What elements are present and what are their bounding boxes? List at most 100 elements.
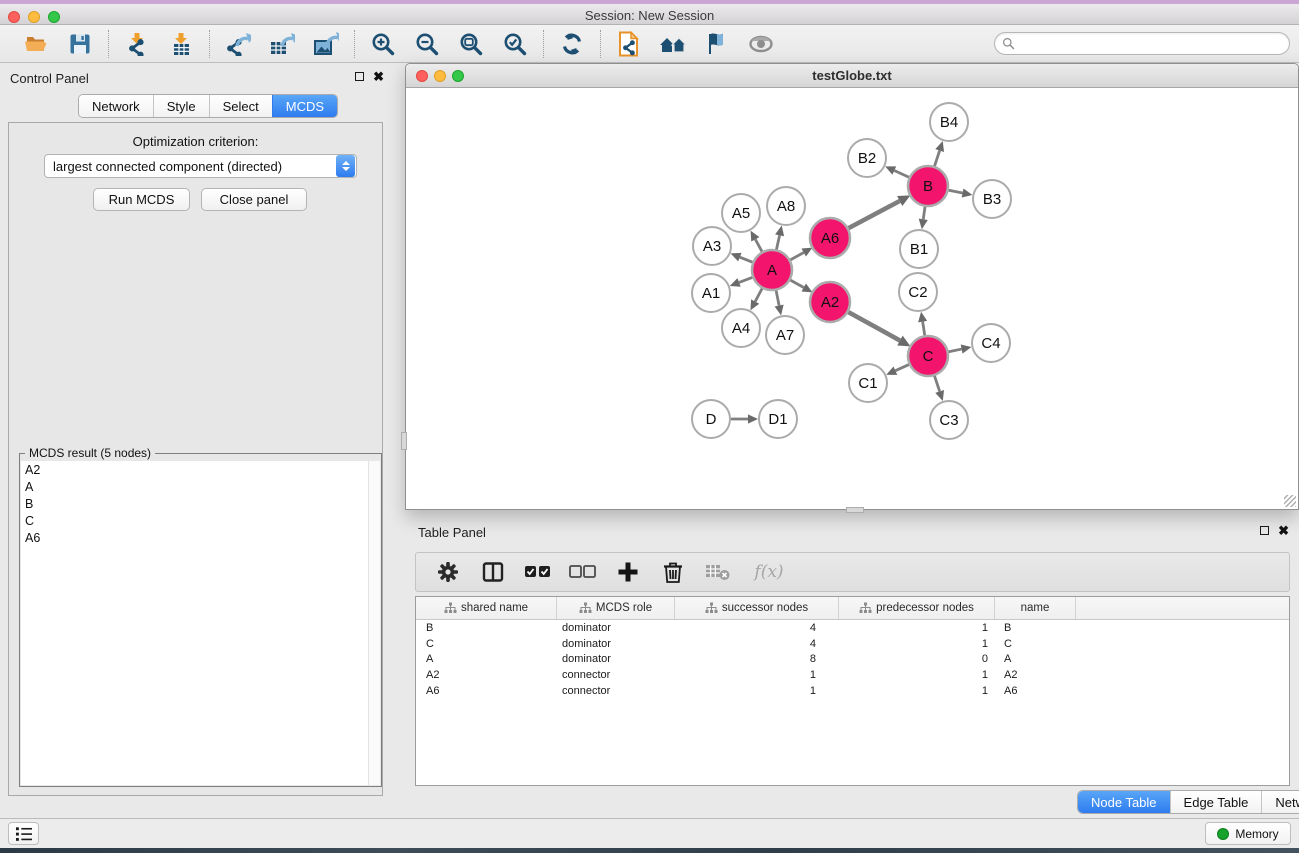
table-cell[interactable]: 8 [675, 653, 839, 665]
tab-network[interactable]: Network [79, 95, 153, 117]
close-panel-icon[interactable]: ✖ [373, 72, 384, 81]
table-cell[interactable]: dominator [557, 638, 675, 650]
column-header-MCDS-role[interactable]: MCDS role [557, 597, 675, 619]
graph-edge-B-B4[interactable] [934, 151, 939, 167]
table-row[interactable]: A2connector11A2 [416, 667, 1289, 683]
table-tab-node-table[interactable]: Node Table [1078, 791, 1170, 813]
export-table-icon[interactable] [267, 29, 297, 59]
search-field[interactable] [994, 32, 1290, 55]
table-cell[interactable]: connector [557, 669, 675, 681]
table-tab-network-table[interactable]: Network Table [1261, 791, 1299, 813]
graph-edge-A-A2[interactable] [790, 280, 804, 288]
graph-edge-A-A4[interactable] [755, 288, 762, 302]
mcds-result-item[interactable]: C [21, 512, 368, 529]
table-tab-edge-table[interactable]: Edge Table [1170, 791, 1262, 813]
import-table-icon[interactable] [166, 29, 196, 59]
graph-edge-C-C4[interactable] [948, 349, 962, 352]
tab-select[interactable]: Select [209, 95, 272, 117]
table-cell[interactable]: A6 [995, 685, 1076, 697]
table-row[interactable]: A6connector11A6 [416, 683, 1289, 699]
graph-edge-B-B2[interactable] [894, 171, 910, 178]
table-cell[interactable]: B [416, 622, 557, 634]
splitter-handle-bottom[interactable] [846, 507, 864, 513]
graph-edge-A6-B[interactable] [848, 201, 900, 229]
table-cell[interactable]: A2 [995, 669, 1076, 681]
graph-edge-C-C2[interactable] [923, 322, 925, 337]
flag-icon[interactable] [702, 29, 732, 59]
graph-edge-A-A5[interactable] [755, 239, 762, 252]
graph-edge-A-A1[interactable] [739, 277, 753, 282]
table-cell[interactable]: 4 [675, 622, 839, 634]
close-panel-button[interactable]: Close panel [201, 188, 307, 211]
mcds-result-item[interactable]: A2 [21, 461, 368, 478]
zoom-selected-icon[interactable] [500, 29, 530, 59]
column-header-shared-name[interactable]: shared name [416, 597, 557, 619]
table-cell[interactable]: A6 [416, 685, 557, 697]
table-cell[interactable]: A [995, 653, 1076, 665]
zoom-fit-icon[interactable] [456, 29, 486, 59]
select-all-icon[interactable] [524, 558, 552, 586]
float-panel-icon[interactable] [355, 72, 364, 81]
table-cell[interactable]: 1 [839, 669, 995, 681]
run-mcds-button[interactable]: Run MCDS [93, 188, 190, 211]
graph-edge-B-B1[interactable] [923, 206, 925, 220]
mcds-result-item[interactable]: A [21, 478, 368, 495]
birds-eye-icon[interactable] [658, 29, 688, 59]
delete-column-icon[interactable] [659, 558, 687, 586]
table-cell[interactable]: B [995, 622, 1076, 634]
table-close-panel-icon[interactable]: ✖ [1278, 526, 1289, 535]
criterion-dropdown[interactable]: largest connected component (directed) [44, 154, 357, 178]
save-session-icon[interactable] [65, 29, 95, 59]
mcds-result-item[interactable]: A6 [21, 529, 368, 546]
splitter-handle-left[interactable] [401, 432, 407, 450]
table-row[interactable]: Bdominator41B [416, 620, 1289, 636]
table-cell[interactable]: 1 [839, 622, 995, 634]
graph-edge-A-A8[interactable] [776, 235, 779, 250]
table-row[interactable]: Adominator80A [416, 652, 1289, 668]
tab-mcds[interactable]: MCDS [272, 95, 337, 117]
network-canvas[interactable]: B4B2BB3B1A5A8A6A3AA1A4A7A2C2CC4C1C3DD1 [407, 89, 1298, 509]
table-cell[interactable]: A2 [416, 669, 557, 681]
eye-icon[interactable] [746, 29, 776, 59]
zoom-in-icon[interactable] [368, 29, 398, 59]
column-header-successor-nodes[interactable]: successor nodes [675, 597, 839, 619]
graph-edge-A-A3[interactable] [740, 257, 754, 262]
table-cell[interactable]: C [995, 638, 1076, 650]
open-file-icon[interactable] [21, 29, 51, 59]
table-cell[interactable]: 1 [839, 638, 995, 650]
table-cell[interactable]: 4 [675, 638, 839, 650]
mcds-result-item[interactable]: B [21, 495, 368, 512]
mcds-result-list[interactable]: A2ABCA6 [21, 461, 368, 785]
table-cell[interactable]: connector [557, 685, 675, 697]
table-cell[interactable]: 1 [839, 685, 995, 697]
resize-grip-icon[interactable] [1284, 495, 1296, 507]
result-scrollbar[interactable] [368, 461, 380, 785]
table-cell[interactable]: A [416, 653, 557, 665]
memory-button[interactable]: Memory [1205, 822, 1291, 845]
column-header-predecessor-nodes[interactable]: predecessor nodes [839, 597, 995, 619]
table-float-panel-icon[interactable] [1260, 526, 1269, 535]
graph-edge-C-C1[interactable] [895, 364, 909, 370]
search-input[interactable] [1015, 35, 1289, 53]
zoom-out-icon[interactable] [412, 29, 442, 59]
export-image-icon[interactable] [311, 29, 341, 59]
graph-edge-B-B3[interactable] [948, 190, 963, 193]
column-header-name[interactable]: name [995, 597, 1076, 619]
deselect-all-icon[interactable] [569, 558, 597, 586]
network-window-titlebar[interactable]: testGlobe.txt [406, 64, 1298, 88]
graph-edge-A2-C[interactable] [848, 312, 900, 341]
graph-edge-C-C3[interactable] [934, 375, 939, 391]
table-cell[interactable]: dominator [557, 653, 675, 665]
table-cell[interactable]: C [416, 638, 557, 650]
add-column-icon[interactable] [614, 558, 642, 586]
table-cell[interactable]: dominator [557, 622, 675, 634]
settings-gear-icon[interactable] [434, 558, 462, 586]
table-cell[interactable]: 1 [675, 685, 839, 697]
import-network-icon[interactable] [122, 29, 152, 59]
apply-layout-icon[interactable] [557, 29, 587, 59]
table-cell[interactable]: 0 [839, 653, 995, 665]
tab-style[interactable]: Style [153, 95, 209, 117]
column-selector-icon[interactable] [479, 558, 507, 586]
graph-edge-A-A7[interactable] [776, 290, 779, 306]
graph-edge-A-A6[interactable] [790, 252, 804, 260]
